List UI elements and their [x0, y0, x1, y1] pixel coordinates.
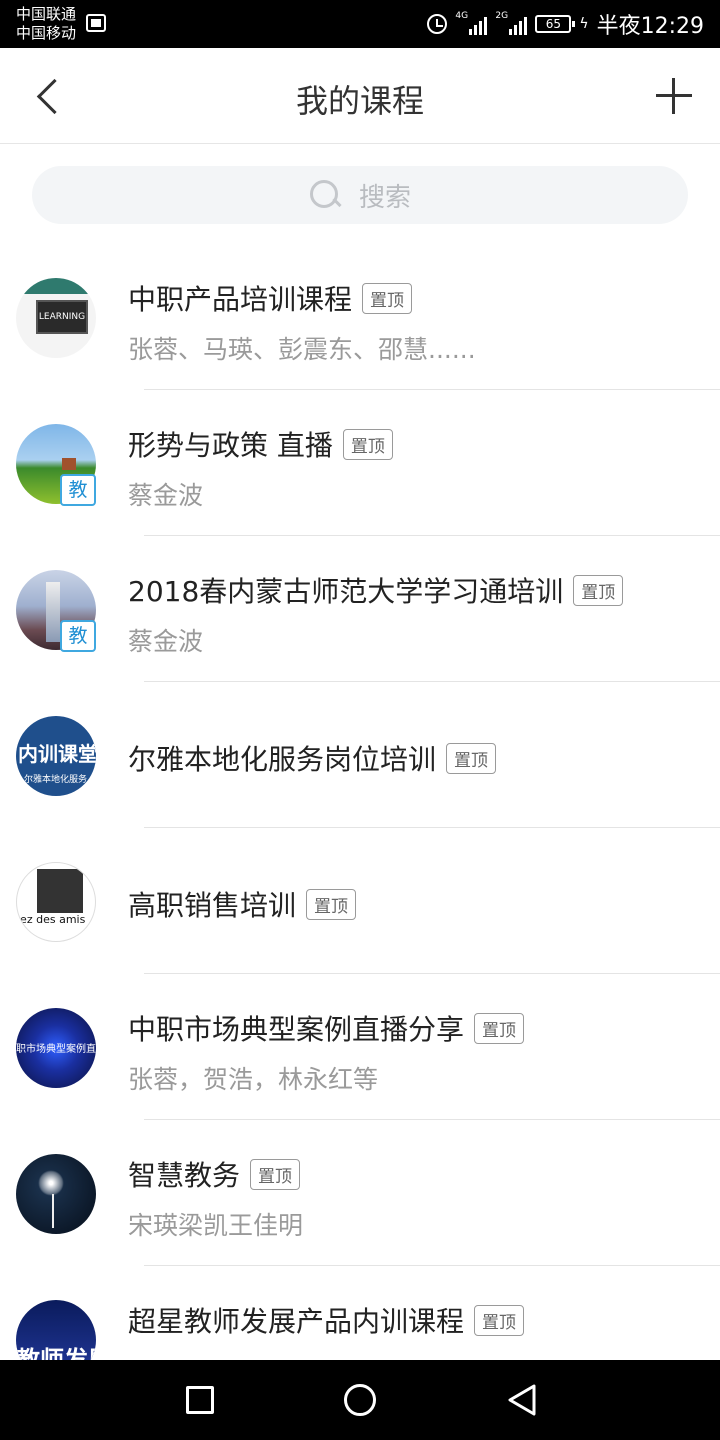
- course-row[interactable]: 教 2018春内蒙古师范大学学习通培训 置顶 蔡金波: [0, 536, 720, 682]
- teacher-badge: 教: [60, 620, 96, 652]
- pinned-badge: 置顶: [306, 888, 357, 920]
- course-title: 中职产品培训课程: [128, 283, 353, 316]
- teacher-badge: 教: [60, 474, 96, 506]
- course-title: 智慧教务: [128, 1159, 241, 1192]
- system-nav-bar: [0, 1360, 720, 1440]
- course-title: 2018春内蒙古师范大学学习通培训: [128, 575, 564, 608]
- course-list: LEARNING 中职产品培训课程 置顶 张蓉、马瑛、彭震东、邵慧...... …: [0, 244, 720, 1360]
- pinned-badge: 置顶: [250, 1158, 301, 1190]
- course-avatar: 职市场典型案例直: [16, 1008, 96, 1088]
- search-icon: [309, 179, 341, 211]
- pinned-badge: 置顶: [573, 574, 624, 606]
- app-header: 我的课程: [0, 48, 720, 144]
- course-avatar: lez des amis: [16, 862, 96, 942]
- status-indicators: 4G 2G 65 ϟ 半夜12:29: [427, 8, 704, 40]
- course-row[interactable]: 教师发展 超星教师发展产品内训课程 置顶: [0, 1266, 720, 1360]
- recent-apps-icon[interactable]: [186, 1386, 214, 1414]
- course-row[interactable]: LEARNING 中职产品培训课程 置顶 张蓉、马瑛、彭震东、邵慧......: [0, 244, 720, 390]
- course-row[interactable]: 教 形势与政策 直播 置顶 蔡金波: [0, 390, 720, 536]
- course-title: 高职销售培训: [128, 889, 297, 922]
- pinned-badge: 置顶: [446, 742, 497, 774]
- course-row[interactable]: 职市场典型案例直 中职市场典型案例直播分享 置顶 张蓉，贺浩，林永红等: [0, 974, 720, 1120]
- pinned-badge: 置顶: [362, 282, 413, 314]
- charging-icon: ϟ: [579, 16, 589, 32]
- status-bar: 中国联通 中国移动 4G 2G 65 ϟ 半夜12:29: [0, 0, 720, 48]
- course-title: 超星教师发展产品内训课程: [128, 1305, 465, 1338]
- course-row[interactable]: 内训课堂 尔雅本地化服务 尔雅本地化服务岗位培训 置顶: [0, 682, 720, 828]
- alarm-icon: [427, 14, 448, 34]
- course-title: 形势与政策 直播: [128, 429, 333, 462]
- course-members: 张蓉，贺浩，林永红等: [128, 1065, 379, 1094]
- pinned-badge: 置顶: [474, 1012, 525, 1044]
- notification-app-icon: [86, 14, 106, 32]
- status-time: 半夜12:29: [596, 14, 704, 39]
- page-title: 我的课程: [295, 82, 424, 120]
- battery-icon: 65: [535, 15, 576, 33]
- course-title: 尔雅本地化服务岗位培训: [128, 743, 437, 776]
- search-input[interactable]: 搜索: [32, 166, 688, 224]
- pinned-badge: 置顶: [342, 428, 393, 460]
- course-members: 蔡金波: [128, 627, 204, 656]
- home-icon[interactable]: [344, 1384, 376, 1416]
- course-row[interactable]: lez des amis 高职销售培训 置顶: [0, 828, 720, 974]
- carrier-names: 中国联通 中国移动: [16, 5, 76, 43]
- plus-icon[interactable]: [652, 74, 696, 118]
- pinned-badge: 置顶: [474, 1304, 525, 1336]
- course-avatar: [16, 1154, 96, 1234]
- course-avatar: 教师发展: [16, 1300, 96, 1360]
- course-members: 宋瑛梁凯王佳明: [128, 1211, 304, 1240]
- course-members: 张蓉、马瑛、彭震东、邵慧......: [128, 335, 476, 364]
- carrier-2: 中国移动: [16, 24, 77, 42]
- carrier-1: 中国联通: [16, 5, 77, 23]
- course-avatar: LEARNING: [16, 278, 96, 358]
- signal-2g-icon: 2G: [495, 11, 528, 35]
- search-placeholder: 搜索: [358, 182, 411, 213]
- course-row[interactable]: 智慧教务 置顶 宋瑛梁凯王佳明: [0, 1120, 720, 1266]
- course-avatar: 内训课堂 尔雅本地化服务: [16, 716, 96, 796]
- back-triangle-icon[interactable]: [504, 1382, 540, 1418]
- course-title: 中职市场典型案例直播分享: [128, 1013, 465, 1046]
- course-members: 蔡金波: [128, 481, 204, 510]
- signal-4g-icon: 4G: [455, 11, 488, 35]
